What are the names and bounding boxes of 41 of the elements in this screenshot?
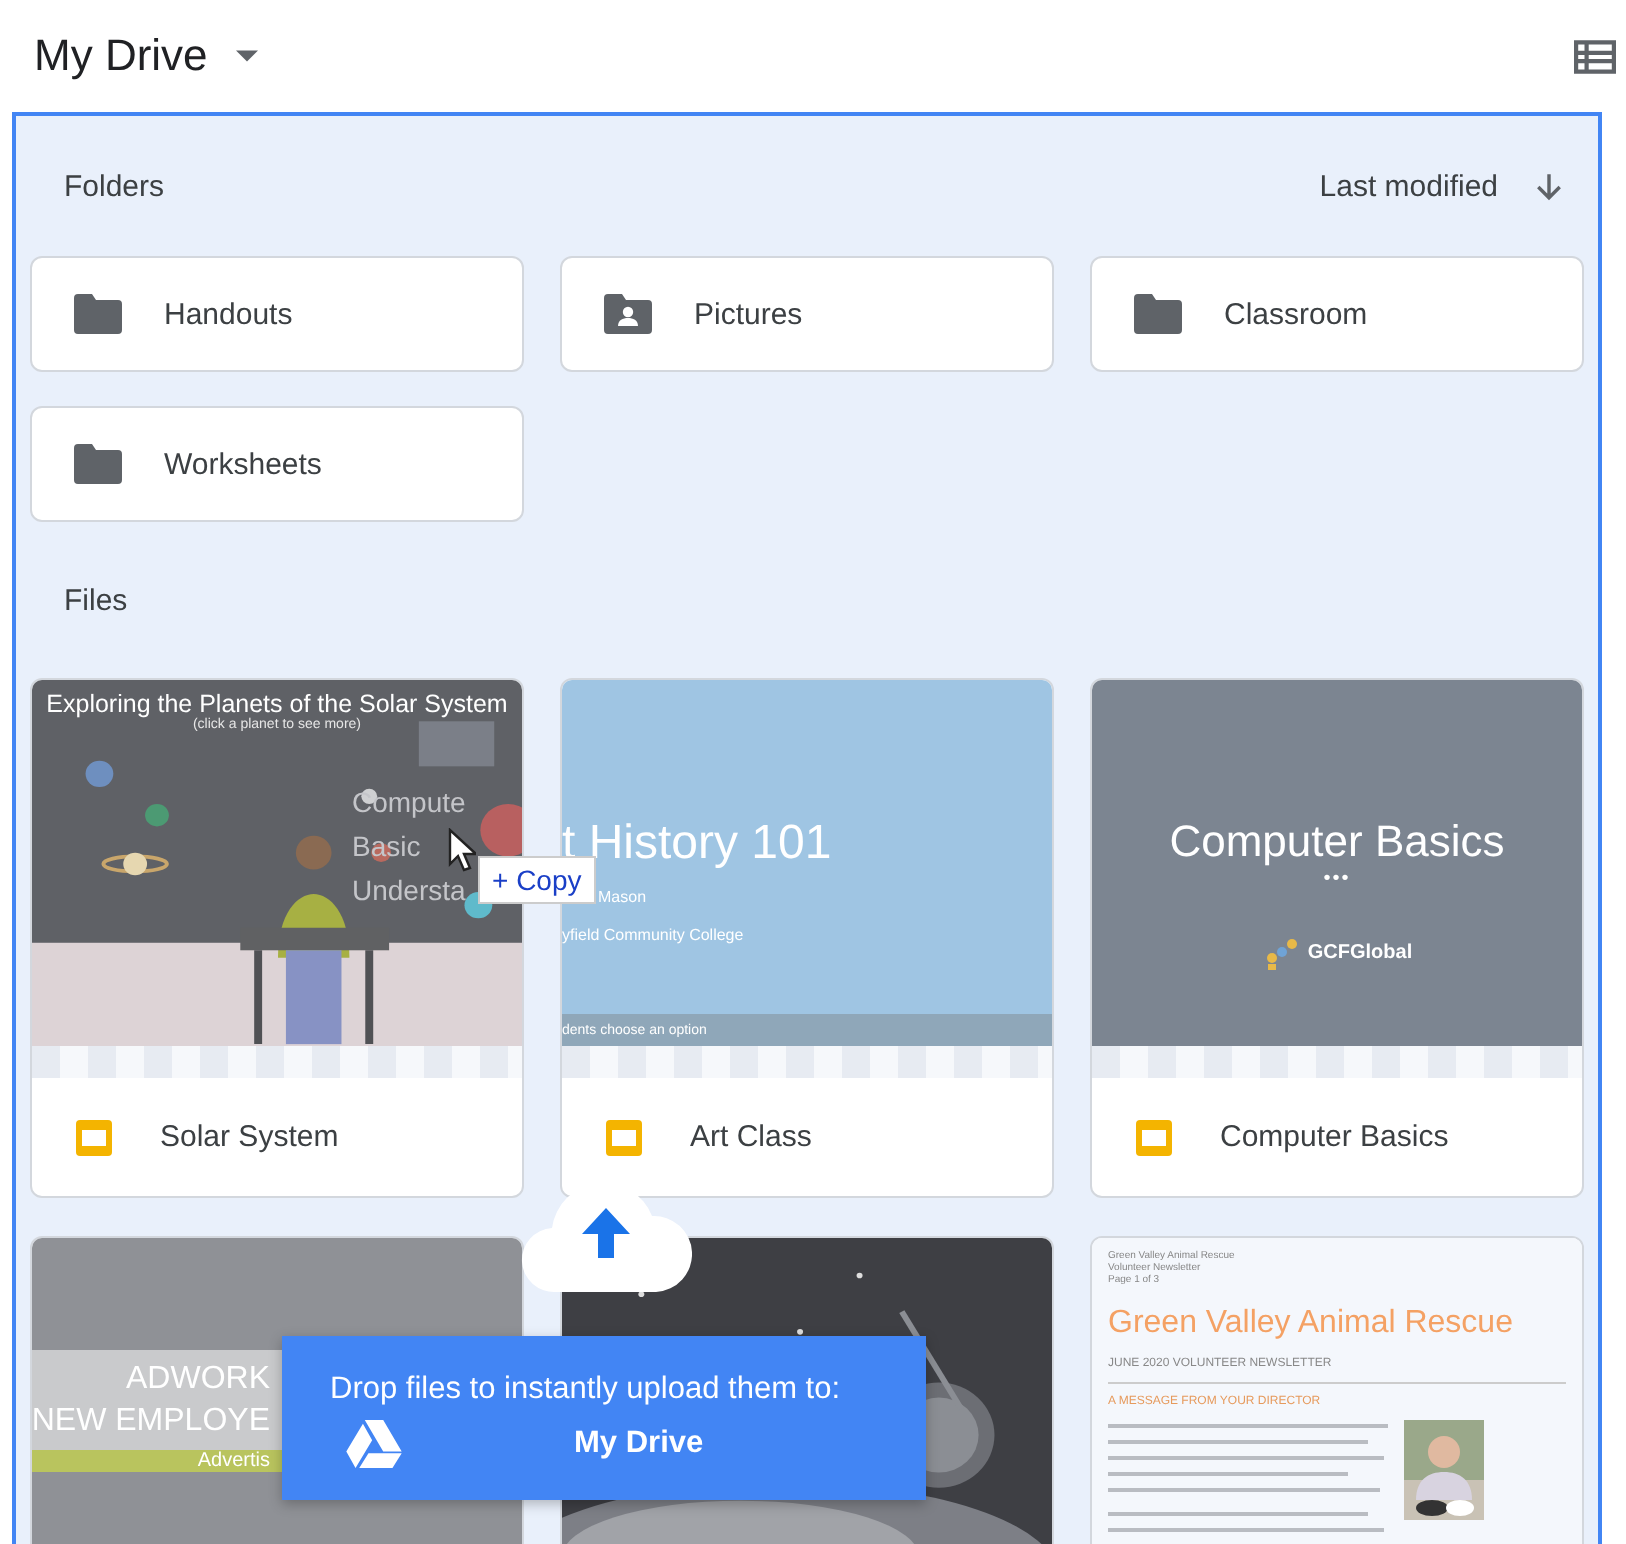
folder-icon — [1134, 294, 1182, 334]
section-label: Files — [64, 583, 128, 617]
drive-title[interactable]: My Drive — [34, 30, 208, 82]
slide-title: Exploring the Planets of the Solar System — [46, 690, 508, 718]
cursor-icon — [448, 828, 476, 872]
document-title: Green Valley Animal Rescue — [1108, 1306, 1515, 1342]
folder-card[interactable]: Pictures — [560, 256, 1054, 372]
dragged-file-ghost-text: Compute — [352, 786, 466, 818]
dropdown-icon[interactable] — [235, 50, 258, 62]
toast-destination: My Drive — [574, 1426, 704, 1462]
folder-name: Classroom — [1224, 297, 1368, 331]
copy-tooltip: + Copy — [478, 856, 596, 904]
file-name: Solar System — [160, 1120, 339, 1154]
folder-name: Worksheets — [164, 447, 322, 481]
dragged-file-ghost-text: Understa — [352, 874, 466, 906]
slides-icon — [606, 1119, 642, 1155]
logo-text: GCFGlobal — [1307, 941, 1413, 963]
down-arrow-icon[interactable] — [1534, 171, 1564, 201]
slides-icon — [1136, 1119, 1172, 1155]
drive-logo-icon — [346, 1420, 402, 1468]
slide-title: Computer Basics — [1169, 816, 1505, 868]
shared-folder-icon — [604, 294, 652, 334]
file-name: Art Class — [690, 1120, 812, 1154]
list-view-icon[interactable] — [1574, 39, 1616, 73]
sort-option[interactable]: Last modified — [1319, 169, 1498, 203]
dots: ••• — [1323, 868, 1351, 890]
file-name: Computer Basics — [1220, 1120, 1449, 1154]
folder-card[interactable]: Worksheets — [30, 406, 524, 522]
folder-name: Handouts — [164, 297, 293, 331]
folder-name: Pictures — [694, 297, 803, 331]
slide-text: yfield Community College — [562, 926, 746, 944]
people-logo-icon — [1261, 934, 1302, 970]
slides-icon — [76, 1119, 112, 1155]
folder-card[interactable]: Classroom — [1090, 256, 1584, 372]
file-card[interactable]: Computer Basics ••• GCFGlobal Computer Basics — [1090, 678, 1584, 1198]
folder-card[interactable]: Handouts — [30, 256, 524, 372]
slide-text: Mason — [598, 888, 649, 906]
folder-icon — [74, 444, 122, 484]
folder-icon — [74, 294, 122, 334]
dragged-file-ghost-text: Basic — [352, 830, 421, 862]
section-label: Folders — [64, 169, 165, 203]
